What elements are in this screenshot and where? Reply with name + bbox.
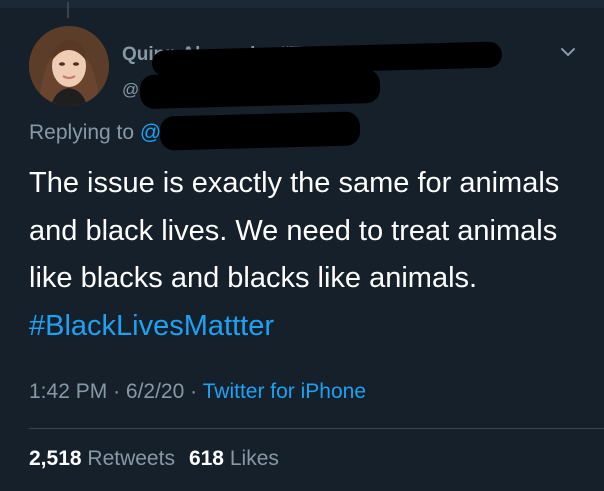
- tweet-body: The issue is exactly the same for animal…: [29, 167, 560, 294]
- avatar[interactable]: [29, 26, 109, 106]
- meta-separator: ·: [190, 380, 198, 403]
- redaction-handle: [139, 68, 381, 110]
- divider: [29, 428, 604, 429]
- replying-to: Replying to @: [29, 121, 161, 145]
- retweets-stat[interactable]: 2,518 Retweets: [29, 447, 175, 470]
- previous-tweet-edge: [0, 0, 604, 8]
- retweets-count: 2,518: [29, 447, 82, 470]
- hashtag-link[interactable]: #BlackLivesMattter: [29, 310, 274, 342]
- likes-stat[interactable]: 618 Likes: [189, 447, 279, 470]
- thread-line: [67, 2, 69, 18]
- replying-to-mention[interactable]: @: [140, 121, 161, 144]
- redaction-reply-mention: [159, 111, 361, 151]
- tweet-meta: 1:42 PM · 6/2/20 · Twitter for iPhone: [29, 380, 366, 404]
- replying-to-label: Replying to: [29, 121, 135, 144]
- avatar-image: [29, 26, 109, 106]
- tweet-date[interactable]: 6/2/20: [126, 380, 184, 403]
- chevron-down-icon[interactable]: [558, 42, 578, 62]
- tweet-text: The issue is exactly the same for animal…: [29, 160, 589, 350]
- meta-separator: ·: [113, 380, 121, 403]
- retweets-label: Retweets: [87, 447, 175, 470]
- likes-label: Likes: [229, 447, 279, 470]
- tweet-stats: 2,518 Retweets 618 Likes: [29, 447, 279, 471]
- likes-count: 618: [188, 447, 224, 470]
- tweet-time[interactable]: 1:42 PM: [29, 380, 107, 403]
- tweet-source[interactable]: Twitter for iPhone: [203, 380, 366, 403]
